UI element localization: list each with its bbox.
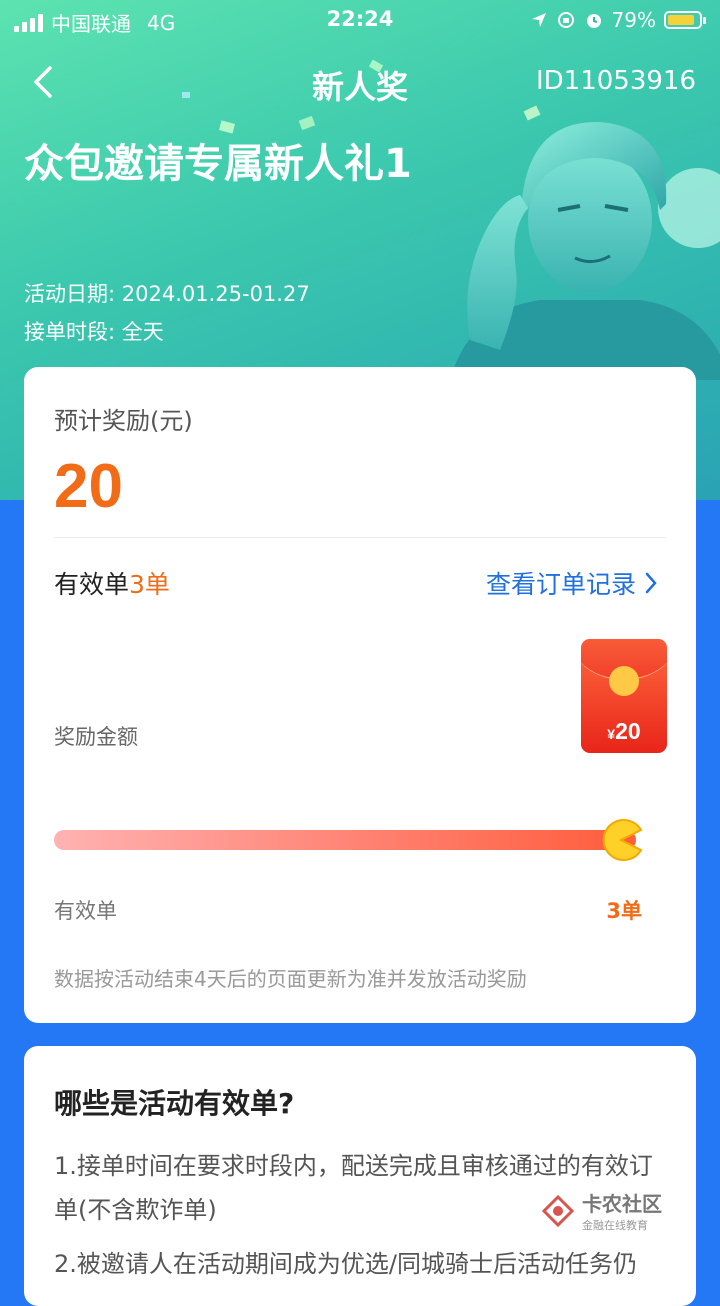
rules-card: 哪些是活动有效单? 1.接单时间在要求时段内，配送完成且审核通过的有效订单(不含… [24,1046,696,1306]
watermark-logo-icon [541,1194,575,1227]
campaign-title: 众包邀请专属新人礼1 [24,141,412,187]
watermark: 卡农社区 金融在线教育 [540,1188,662,1233]
watermark-subtext: 金融在线教育 [582,1219,648,1232]
alarm-icon [586,14,601,28]
battery-icon [664,11,706,29]
view-order-records-label: 查看订单记录 [485,570,636,599]
watermark-text: 卡农社区 [582,1192,662,1216]
progress-axis-value: 3单 [606,899,642,923]
rule-item: 2.被邀请人在活动期间成为优选/同城骑士后活动任务仍 [54,1250,637,1278]
activity-date: 活动日期: 2024.01.25-01.27 [24,278,310,308]
rider-illustration [450,121,720,380]
estimated-reward-label: 预计奖励(元) [54,407,193,435]
divider [54,537,666,538]
valid-orders: 有效单3单 [54,565,170,601]
red-envelope-icon: ¥20 [581,639,667,753]
reward-amount-label: 奖励金额 [54,725,138,749]
valid-orders-label: 有效单 [54,570,130,599]
reward-card: 预计奖励(元) 20 有效单3单 查看订单记录 奖励金额 ¥20 有效单 3单 … [24,367,696,1023]
envelope-value: 20 [615,718,641,744]
progress-track [54,830,636,850]
reward-note: 数据按活动结束4天后的页面更新为准并发放活动奖励 [54,967,527,991]
progress-axis-label: 有效单 [54,899,117,923]
user-id: ID11053916 [535,66,696,96]
view-order-records-link[interactable]: 查看订单记录 [486,565,658,601]
order-period: 接单时段: 全天 [24,316,164,346]
rotation-lock-icon [557,12,574,28]
progress-knob-icon [602,819,643,861]
activity-date-value: 2024.01.25-01.27 [121,282,310,306]
order-period-label: 接单时段: [24,320,116,344]
rules-title: 哪些是活动有效单? [54,1087,295,1120]
chevron-right-icon [645,572,657,594]
valid-orders-count: 3单 [129,570,170,599]
activity-date-label: 活动日期: [24,282,116,306]
envelope-currency: ¥ [607,726,616,742]
estimated-reward-amount: 20 [54,452,123,521]
location-icon [531,13,546,27]
order-period-value: 全天 [121,320,164,344]
status-bar: 中国联通 4G 22:24 79% [0,0,720,40]
battery-percent: 79% [611,8,656,32]
nav-bar: 新人奖 ID11053916 [0,58,720,108]
